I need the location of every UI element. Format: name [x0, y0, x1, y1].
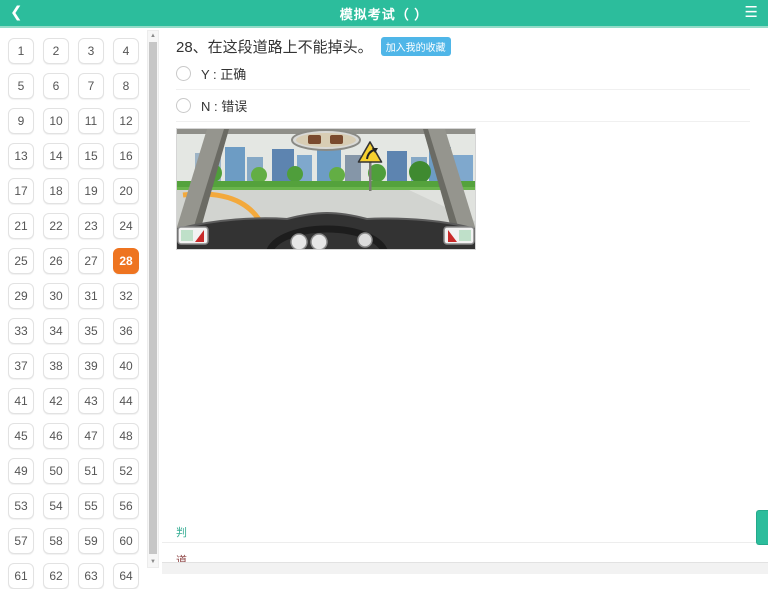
question-row: 28、在这段道路上不能掉头。 加入我的收藏 — [176, 36, 768, 58]
question-number-button[interactable]: 19 — [78, 178, 104, 204]
add-favorite-button[interactable]: 加入我的收藏 — [380, 37, 451, 56]
question-number-button[interactable]: 51 — [78, 458, 104, 484]
answer-option-y[interactable]: Y : 正确 — [176, 58, 751, 90]
question-number-button[interactable]: 35 — [78, 318, 104, 344]
question-number-button[interactable]: 1 — [8, 38, 34, 64]
scrollbar-thumb[interactable] — [149, 42, 157, 554]
question-number-button[interactable]: 3 — [78, 38, 104, 64]
answer-option-label: N : 错误 — [201, 99, 248, 114]
question-number-button[interactable]: 54 — [43, 493, 69, 519]
scroll-up-icon[interactable]: ▲ — [148, 31, 158, 41]
question-number-button[interactable]: 4 — [113, 38, 139, 64]
page-title: 模拟考试（ ） — [339, 6, 429, 22]
app-header: ❮ 模拟考试（ ） ☰ — [0, 0, 768, 28]
question-number-button[interactable]: 16 — [113, 143, 139, 169]
back-icon[interactable]: ❮ — [10, 0, 30, 27]
question-number-button[interactable]: 36 — [113, 318, 139, 344]
question-number-button[interactable]: 13 — [8, 143, 34, 169]
divider — [162, 542, 760, 543]
question-number-button[interactable]: 21 — [8, 213, 34, 239]
question-title: 28、在这段道路上不能掉头。 — [176, 39, 373, 56]
question-number-button[interactable]: 61 — [8, 563, 34, 589]
question-number-button[interactable]: 34 — [43, 318, 69, 344]
answer-option-n[interactable]: N : 错误 — [176, 90, 751, 122]
question-number-button[interactable]: 58 — [43, 528, 69, 554]
right-side-mirror-icon — [443, 226, 475, 245]
question-number-button[interactable]: 31 — [78, 283, 104, 309]
question-number-button[interactable]: 48 — [113, 423, 139, 449]
question-number-button[interactable]: 44 — [113, 388, 139, 414]
question-number-button[interactable]: 6 — [43, 73, 69, 99]
question-number-button[interactable]: 43 — [78, 388, 104, 414]
question-number-button[interactable]: 12 — [113, 108, 139, 134]
app-body: 1 2 3 4 5 6 7 8 9 10 11 12 13 14 15 16 17 18 19 20 21 22 23 24 2… — [0, 28, 768, 589]
question-number-button[interactable]: 7 — [78, 73, 104, 99]
question-number-button[interactable]: 24 — [113, 213, 139, 239]
question-number-button[interactable]: 2 — [43, 38, 69, 64]
question-number-button[interactable]: 10 — [43, 108, 69, 134]
question-number-button[interactable]: 40 — [113, 353, 139, 379]
sidebar-scrollbar[interactable]: ▲ ▼ — [147, 30, 159, 568]
question-number-button[interactable]: 26 — [43, 248, 69, 274]
question-number-button[interactable]: 32 — [113, 283, 139, 309]
question-number-grid: 1 2 3 4 5 6 7 8 9 10 11 12 13 14 15 16 17 18 19 20 21 22 23 24 2… — [0, 28, 162, 589]
question-number-button[interactable]: 5 — [8, 73, 34, 99]
question-number-button[interactable]: 15 — [78, 143, 104, 169]
question-grid-sidebar: 1 2 3 4 5 6 7 8 9 10 11 12 13 14 15 16 17 18 19 20 21 22 23 24 2… — [0, 28, 162, 589]
question-number-button[interactable]: 46 — [43, 423, 69, 449]
question-number-button[interactable]: 37 — [8, 353, 34, 379]
question-number-button[interactable]: 23 — [78, 213, 104, 239]
question-number-button[interactable]: 8 — [113, 73, 139, 99]
question-panel: 28、在这段道路上不能掉头。 加入我的收藏 Y : 正确 N : 错误 判 道 — [162, 28, 768, 574]
question-number-button[interactable]: 62 — [43, 563, 69, 589]
question-number-button[interactable]: 38 — [43, 353, 69, 379]
question-number-button[interactable]: 57 — [8, 528, 34, 554]
question-number-button[interactable]: 29 — [8, 283, 34, 309]
question-number-button[interactable]: 59 — [78, 528, 104, 554]
question-number-button[interactable]: 11 — [78, 108, 104, 134]
question-type-fragment: 判 — [176, 527, 187, 539]
radio-icon[interactable] — [176, 98, 191, 113]
question-number-button[interactable]: 50 — [43, 458, 69, 484]
question-number-button[interactable]: 20 — [113, 178, 139, 204]
question-number-button[interactable]: 56 — [113, 493, 139, 519]
question-number-button[interactable]: 49 — [8, 458, 34, 484]
question-number-button[interactable]: 39 — [78, 353, 104, 379]
rearview-mirror-icon — [291, 129, 361, 151]
question-number-button[interactable]: 45 — [8, 423, 34, 449]
question-number-button[interactable]: 33 — [8, 318, 34, 344]
question-number-button[interactable]: 60 — [113, 528, 139, 554]
question-number-button[interactable]: 9 — [8, 108, 34, 134]
question-number-button[interactable]: 18 — [43, 178, 69, 204]
question-number-button[interactable]: 22 — [43, 213, 69, 239]
question-number-button[interactable]: 53 — [8, 493, 34, 519]
bottom-strip — [162, 562, 768, 574]
question-number-button[interactable]: 63 — [78, 563, 104, 589]
question-number-button[interactable]: 30 — [43, 283, 69, 309]
next-question-button[interactable] — [756, 510, 768, 545]
left-side-mirror-icon — [177, 226, 209, 245]
question-number-button[interactable]: 28 — [113, 248, 139, 274]
question-number-button[interactable]: 42 — [43, 388, 69, 414]
question-number-button[interactable]: 14 — [43, 143, 69, 169]
question-number-button[interactable]: 55 — [78, 493, 104, 519]
question-number-button[interactable]: 25 — [8, 248, 34, 274]
radio-icon[interactable] — [176, 66, 191, 81]
question-number-button[interactable]: 41 — [8, 388, 34, 414]
question-number-button[interactable]: 64 — [113, 563, 139, 589]
question-number-button[interactable]: 47 — [78, 423, 104, 449]
scroll-down-icon[interactable]: ▼ — [148, 557, 158, 567]
menu-icon[interactable]: ☰ — [738, 0, 758, 27]
question-number-button[interactable]: 27 — [78, 248, 104, 274]
question-scene-image — [176, 128, 476, 250]
answer-option-label: Y : 正确 — [201, 67, 247, 82]
question-number-button[interactable]: 17 — [8, 178, 34, 204]
question-number-button[interactable]: 52 — [113, 458, 139, 484]
